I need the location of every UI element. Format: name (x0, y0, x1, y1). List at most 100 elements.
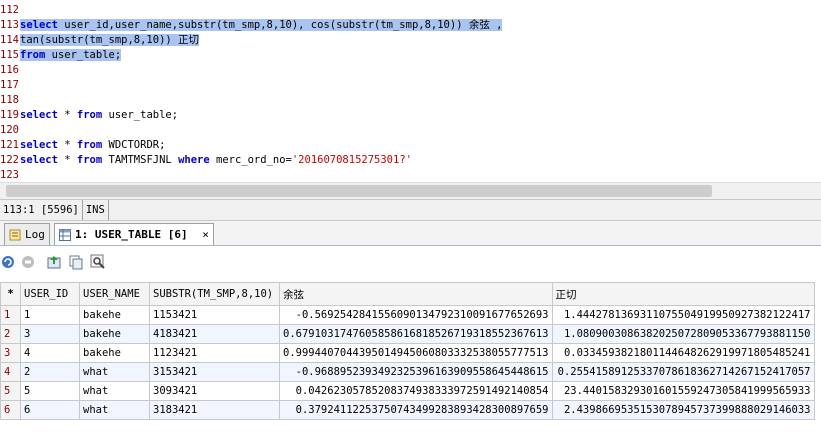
table-cell[interactable]: 0.25541589125337078618362714267152417057 (551, 362, 815, 382)
export-icon[interactable] (46, 254, 62, 270)
table-cell[interactable]: 1123421 (149, 343, 280, 363)
editor-line[interactable]: 117 (0, 78, 821, 93)
table-cell[interactable]: -0.9688952393492325396163909558645448615 (279, 362, 553, 382)
table-cell[interactable]: 4 (20, 343, 80, 363)
table-row[interactable]: 2 3 bakehe 4183421 0.67910317476058586168185… (0, 324, 815, 344)
line-code: select * from TAMTMSFJNL where merc_ord_… (20, 154, 412, 166)
table-row[interactable]: 5 5 what 3093421 0.0426230578520837493833397… (0, 381, 815, 401)
search-icon[interactable] (90, 254, 106, 270)
sql-text: user_id,user_name,substr(tm_smp,8,10), c… (57, 19, 503, 31)
col-substr[interactable]: SUBSTR(TM_SMP,8,10) (149, 282, 280, 306)
col-user-name[interactable]: USER_NAME (79, 282, 150, 306)
table-cell[interactable]: 0.04262305785208374938333972591492140854 (279, 381, 553, 401)
sql-text: user_table; (102, 109, 179, 121)
line-code: select user_id,user_name,substr(tm_smp,8… (20, 19, 503, 31)
table-cell[interactable]: 1153421 (149, 305, 280, 325)
result-grid[interactable]: * USER_ID USER_NAME SUBSTR(TM_SMP,8,10) … (0, 278, 821, 444)
col-user-id[interactable]: USER_ID (20, 282, 80, 306)
line-number: 112 (0, 4, 19, 16)
row-number[interactable]: 5 (0, 381, 21, 401)
table-cell[interactable]: 2 (20, 362, 80, 382)
sql-text: WDCTORDR; (102, 139, 166, 151)
row-number[interactable]: 6 (0, 400, 21, 420)
table-cell[interactable]: -0.5692542841556090134792310091677652693 (279, 305, 553, 325)
table-cell[interactable]: 3 (20, 324, 80, 344)
tab-log[interactable]: Log (4, 223, 50, 245)
table-row[interactable]: 4 2 what 3153421 -0.968895239349232539616390… (0, 362, 815, 382)
tab-user-table[interactable]: 1: USER_TABLE [6] × (54, 223, 214, 245)
line-number: 115 (0, 49, 19, 61)
stop-icon[interactable] (20, 254, 36, 270)
editor-line[interactable]: 121select * from WDCTORDR; (0, 138, 821, 153)
table-cell[interactable]: 3153421 (149, 362, 280, 382)
row-selector-header[interactable]: * (0, 282, 21, 306)
editor-status-bar: 113:1 [5596] INS (0, 199, 821, 221)
editor-line[interactable]: 113select user_id,user_name,substr(tm_sm… (0, 18, 821, 33)
sql-string: '2016070815275301?' (291, 154, 412, 166)
col-cosine[interactable]: 余弦 (279, 282, 553, 306)
line-code: from user_table; (20, 49, 122, 61)
table-cell[interactable]: 1.0809003086382025072809053367793881150 (551, 324, 815, 344)
sql-keyword: where (178, 154, 210, 166)
row-number[interactable]: 2 (0, 324, 21, 344)
table-cell[interactable]: 0.99944070443950149450608033325380557775… (279, 343, 553, 363)
line-number: 118 (0, 94, 19, 106)
row-number[interactable]: 3 (0, 343, 21, 363)
table-cell[interactable]: what (79, 381, 150, 401)
editor-line[interactable]: 119select * from user_table; (0, 108, 821, 123)
line-number: 114 (0, 34, 19, 46)
table-cell[interactable]: bakehe (79, 324, 150, 344)
line-number: 121 (0, 139, 19, 151)
row-number[interactable]: 4 (0, 362, 21, 382)
table-cell[interactable]: 1 (20, 305, 80, 325)
sql-keyword: select (20, 109, 58, 121)
table-cell[interactable]: 5 (20, 381, 80, 401)
editor-line[interactable]: 120 (0, 123, 821, 138)
table-cell[interactable]: bakehe (79, 343, 150, 363)
table-cell[interactable]: what (79, 362, 150, 382)
tab-log-label: Log (25, 228, 45, 241)
editor-horizontal-scrollbar[interactable] (0, 182, 821, 199)
table-cell[interactable]: 3183421 (149, 400, 280, 420)
table-icon (59, 229, 71, 241)
sql-text: tan(substr(tm_smp,8,10)) 正切 (20, 34, 200, 46)
table-cell[interactable]: 23.440158329301601559247305841999565933 (551, 381, 815, 401)
table-cell[interactable]: 0.67910317476058586168185267193185523676… (279, 324, 553, 344)
table-cell[interactable]: 6 (20, 400, 80, 420)
grid-toolbar (0, 246, 821, 278)
sql-text: merc_ord_no= (209, 154, 292, 166)
editor-line[interactable]: 116 (0, 63, 821, 78)
editor-line[interactable]: 112 (0, 3, 821, 18)
line-number: 117 (0, 79, 19, 91)
scrollbar-thumb[interactable] (6, 185, 712, 197)
sql-keyword: select (20, 19, 58, 31)
editor-line[interactable]: 118 (0, 93, 821, 108)
copy-icon[interactable] (68, 254, 84, 270)
table-row[interactable]: 6 6 what 3183421 0.3792411225375074349928389… (0, 400, 815, 420)
table-cell[interactable]: 2.4398669535153078945737399888029146033 (551, 400, 815, 420)
table-cell[interactable]: 4183421 (149, 324, 280, 344)
refresh-icon[interactable] (0, 254, 16, 270)
table-cell[interactable]: bakehe (79, 305, 150, 325)
sql-text: TAMTMSFJNL (102, 154, 179, 166)
table-cell[interactable]: 0.37924112253750743499283893428300897659 (279, 400, 553, 420)
table-row[interactable]: 1 1 bakehe 1153421 -0.5692542841556090134792… (0, 305, 815, 325)
table-cell[interactable]: what (79, 400, 150, 420)
editor-line[interactable]: 114tan(substr(tm_smp,8,10)) 正切 (0, 33, 821, 48)
table-row[interactable]: 3 4 bakehe 1123421 0.99944070443950149450608… (0, 343, 815, 363)
table-cell[interactable]: 1.4442781369311075504919950927382122417 (551, 305, 815, 325)
sql-text: * (57, 139, 77, 151)
row-number[interactable]: 1 (0, 305, 21, 325)
table-cell[interactable]: 3093421 (149, 381, 280, 401)
tab-user-table-label: 1: USER_TABLE [6] (75, 228, 188, 241)
line-number: 119 (0, 109, 19, 121)
editor-line[interactable]: 123 (0, 168, 821, 182)
sql-editor[interactable]: 112 113select user_id,user_name,substr(tm… (0, 0, 821, 182)
editor-line[interactable]: 122select * from TAMTMSFJNL where merc_o… (0, 153, 821, 168)
sql-text: user_table; (45, 49, 122, 61)
col-tangent[interactable]: 正切 (551, 282, 815, 306)
line-code: tan(substr(tm_smp,8,10)) 正切 (20, 34, 200, 46)
editor-line[interactable]: 115from user_table; (0, 48, 821, 63)
close-icon[interactable]: × (202, 228, 209, 241)
table-cell[interactable]: 0.0334593821801144648262919971805485241 (551, 343, 815, 363)
